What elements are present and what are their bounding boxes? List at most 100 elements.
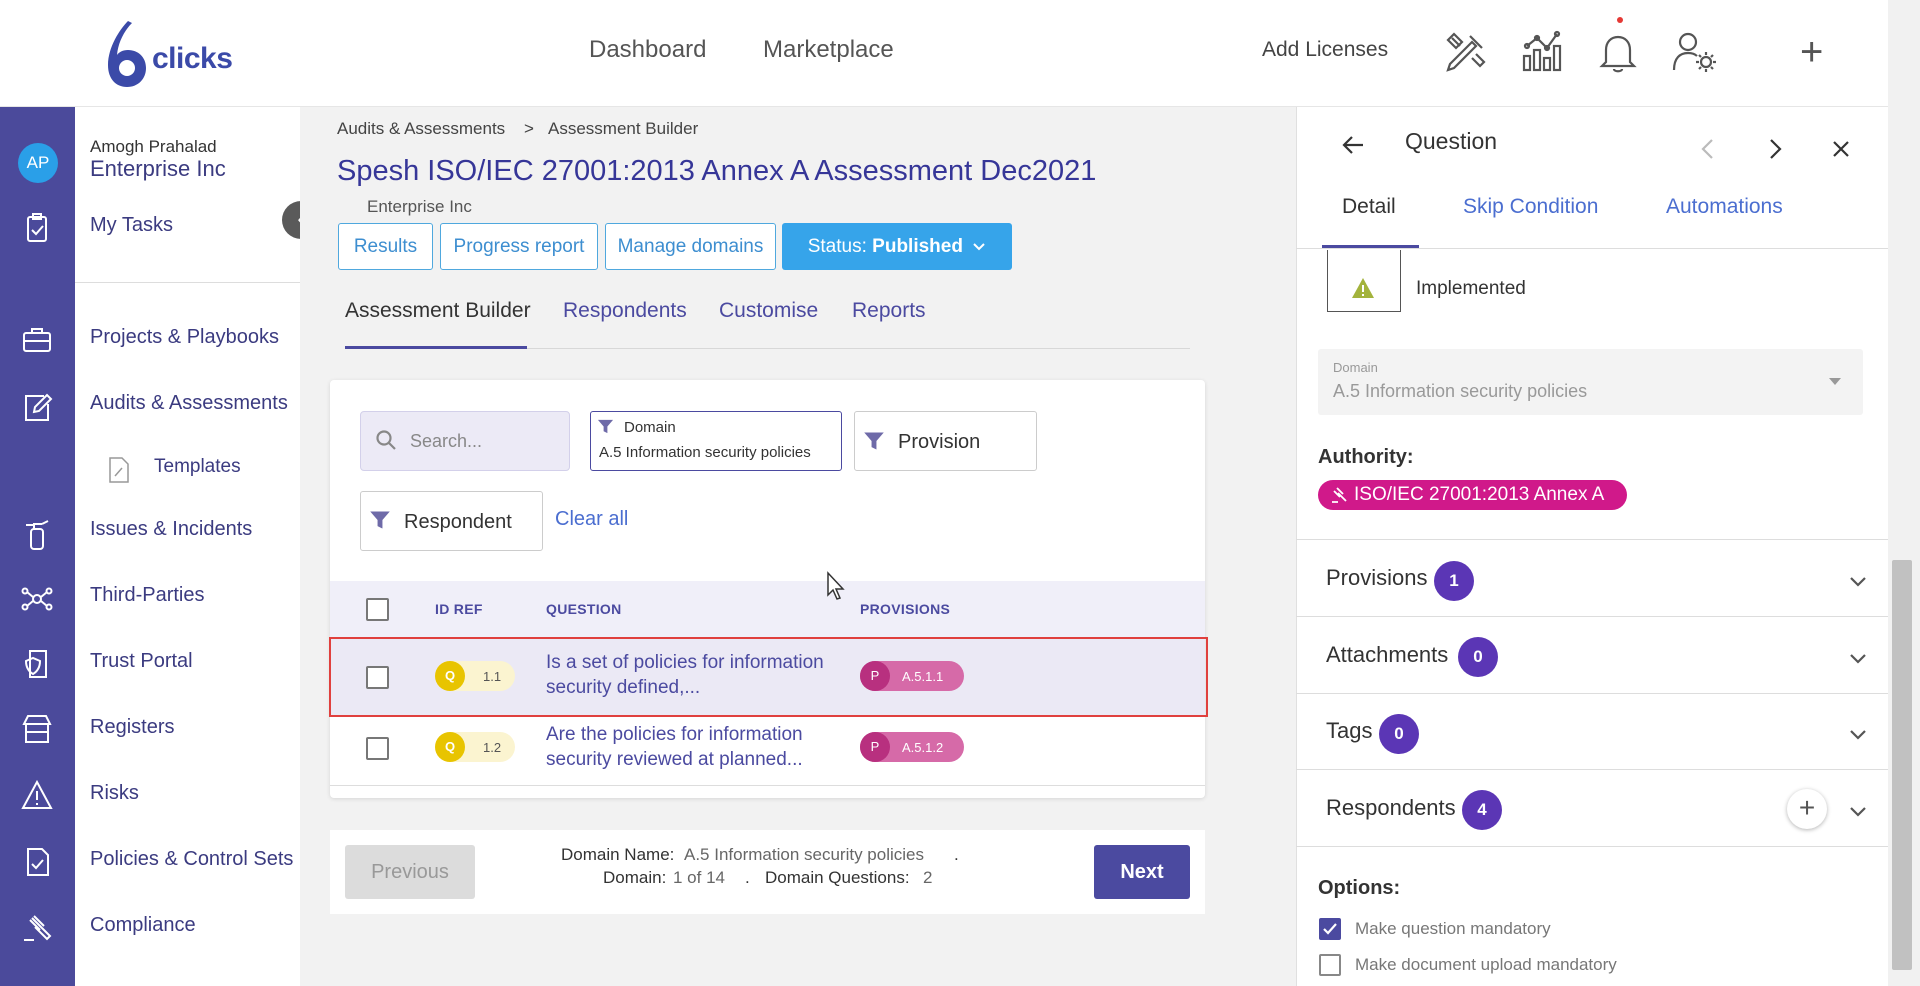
header-id-ref[interactable]: ID REF (435, 601, 483, 617)
tools-icon[interactable] (1442, 28, 1490, 76)
options-label: Options: (1318, 877, 1401, 899)
previous-button[interactable]: Previous (345, 845, 475, 899)
chevron-down-icon (973, 243, 985, 251)
scrollbar-thumb[interactable] (1892, 560, 1912, 970)
close-icon[interactable] (1831, 139, 1851, 159)
header-provisions[interactable]: PROVISIONS (860, 601, 950, 617)
next-button[interactable]: Next (1094, 845, 1190, 899)
nav-dashboard[interactable]: Dashboard (589, 36, 706, 64)
tab-reports[interactable]: Reports (852, 299, 926, 323)
tab-assessment-builder[interactable]: Assessment Builder (345, 299, 531, 323)
chevron-down-icon[interactable] (1848, 802, 1868, 822)
tags-section-title[interactable]: Tags (1326, 718, 1372, 744)
respondent-filter-label: Respondent (404, 511, 512, 533)
add-licenses-link[interactable]: Add Licenses (1262, 38, 1388, 62)
tab-automations[interactable]: Automations (1666, 195, 1783, 219)
tab-skip-condition[interactable]: Skip Condition (1463, 195, 1598, 219)
sidebar-item-third-parties[interactable]: Third-Parties (90, 584, 204, 607)
user-name: Amogh Prahalad (90, 137, 217, 156)
sidebar-item-policies[interactable]: Policies & Control Sets (90, 848, 293, 871)
mandatory-question-label: Make question mandatory (1355, 919, 1551, 938)
bell-icon[interactable] (1594, 28, 1642, 76)
plus-icon[interactable]: + (1800, 28, 1823, 76)
filter-icon (370, 511, 390, 529)
active-tab-indicator (345, 346, 527, 349)
sidebar-item-trust-portal[interactable]: Trust Portal (90, 650, 193, 673)
manage-domains-button[interactable]: Manage domains (605, 223, 776, 270)
policy-icon[interactable] (20, 845, 54, 879)
respondents-section-title[interactable]: Respondents (1326, 795, 1456, 821)
next-question-icon[interactable] (1764, 137, 1786, 161)
breadcrumb-parent[interactable]: Audits & Assessments (337, 119, 505, 139)
edit-icon[interactable] (20, 390, 54, 424)
provision-type-badge: P (860, 732, 890, 762)
header-question[interactable]: QUESTION (546, 601, 622, 617)
authority-badge[interactable]: ISO/IEC 27001:2013 Annex A (1318, 480, 1627, 510)
avatar[interactable]: AP (18, 143, 58, 183)
select-all-checkbox[interactable] (366, 598, 389, 621)
status-dropdown[interactable]: Status: Published (782, 223, 1012, 270)
clear-all-link[interactable]: Clear all (555, 508, 628, 531)
sidebar-item-risks[interactable]: Risks (90, 782, 139, 805)
panel-title: Question (1405, 128, 1498, 154)
panel-tabs-divider (1296, 248, 1888, 249)
progress-report-button[interactable]: Progress report (440, 223, 598, 270)
user-org[interactable]: Enterprise Inc (90, 156, 226, 182)
store-icon[interactable] (20, 712, 54, 746)
shield-doc-icon[interactable] (20, 647, 54, 681)
row-checkbox[interactable] (366, 737, 389, 760)
attachments-section-title[interactable]: Attachments (1326, 642, 1448, 668)
nav-marketplace[interactable]: Marketplace (763, 36, 894, 64)
row-divider (330, 785, 1205, 786)
row-checkbox[interactable] (366, 666, 389, 689)
mandatory-upload-checkbox[interactable] (1319, 954, 1341, 976)
warning-icon (1352, 278, 1374, 298)
provisions-section-title[interactable]: Provisions (1326, 565, 1427, 591)
previous-question-icon[interactable] (1697, 137, 1719, 161)
filter-icon (864, 432, 884, 450)
sidebar-item-my-tasks[interactable]: My Tasks (90, 214, 173, 237)
question-text[interactable]: Is a set of policies for information sec… (546, 650, 836, 700)
tasks-icon[interactable] (20, 211, 54, 245)
tab-respondents[interactable]: Respondents (563, 299, 687, 323)
fire-extinguisher-icon[interactable] (20, 517, 54, 551)
warning-icon[interactable] (20, 778, 54, 812)
domain-label: Domain: (603, 868, 667, 887)
add-respondent-button[interactable]: + (1787, 789, 1827, 829)
logo[interactable]: clicks (100, 18, 260, 90)
mouse-cursor (827, 571, 845, 600)
user-settings-icon[interactable] (1670, 28, 1718, 76)
section-divider (1296, 693, 1888, 694)
tab-detail[interactable]: Detail (1342, 195, 1396, 219)
pager-dot: . (954, 845, 959, 864)
sidebar-item-issues[interactable]: Issues & Incidents (90, 518, 252, 541)
sidebar-item-registers[interactable]: Registers (90, 716, 174, 739)
sidebar-item-projects[interactable]: Projects & Playbooks (90, 326, 279, 349)
tab-customise[interactable]: Customise (719, 299, 818, 323)
question-text[interactable]: Are the policies for information securit… (546, 722, 836, 772)
network-icon[interactable] (20, 582, 54, 616)
tags-count-badge: 0 (1379, 714, 1419, 754)
domain-value: 1 of 14 (673, 868, 725, 887)
sidebar-item-templates[interactable]: Templates (154, 456, 241, 478)
chevron-down-icon[interactable] (1848, 572, 1868, 592)
domain-questions-label: Domain Questions: (765, 868, 910, 887)
briefcase-icon[interactable] (20, 323, 54, 357)
provision-code: A.5.1.2 (902, 740, 944, 755)
section-divider (1296, 846, 1888, 847)
check-icon (1323, 923, 1337, 935)
gavel-icon[interactable] (20, 910, 54, 944)
analytics-icon[interactable] (1518, 28, 1566, 76)
results-button[interactable]: Results (338, 223, 433, 270)
back-arrow-icon[interactable] (1341, 132, 1367, 158)
domain-select-caption: Domain (1333, 360, 1378, 375)
panel-active-tab-indicator (1322, 245, 1419, 248)
search-icon (376, 430, 396, 450)
mandatory-question-checkbox[interactable] (1319, 918, 1341, 940)
provision-code: A.5.1.1 (902, 669, 944, 684)
sidebar-item-audits[interactable]: Audits & Assessments (90, 392, 288, 415)
chevron-down-icon[interactable] (1848, 649, 1868, 669)
chevron-down-icon[interactable] (1848, 725, 1868, 745)
domain-select-value: A.5 Information security policies (1333, 381, 1588, 401)
sidebar-item-compliance[interactable]: Compliance (90, 914, 196, 937)
